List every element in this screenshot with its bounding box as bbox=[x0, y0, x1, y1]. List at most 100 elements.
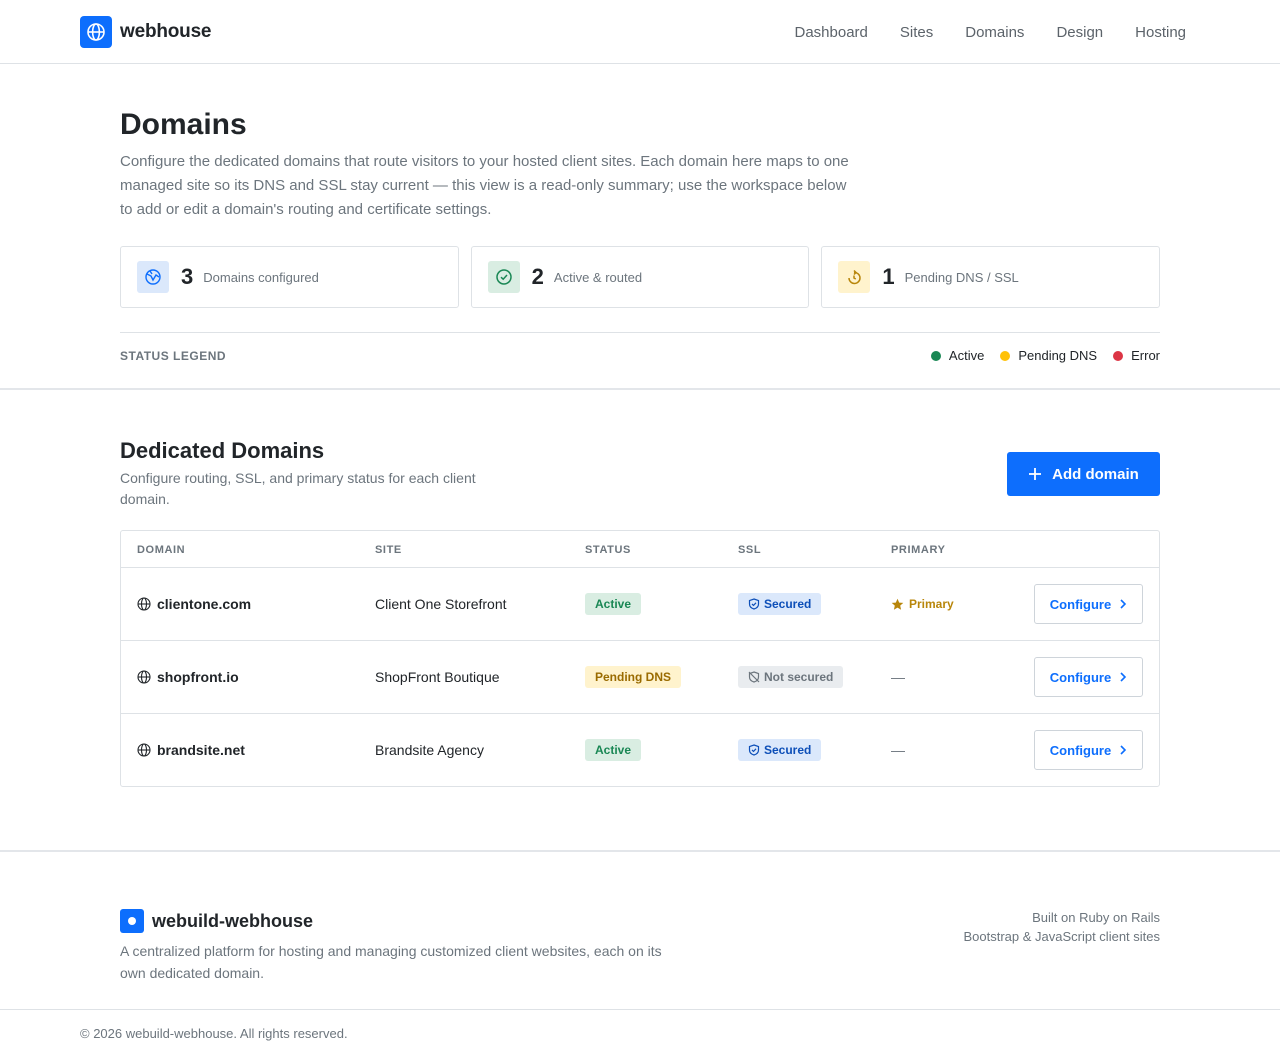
legend-item-pending: Pending DNS bbox=[1000, 348, 1097, 363]
site-cell: Brandsite Agency bbox=[375, 742, 484, 758]
primary-cell: — bbox=[891, 641, 905, 713]
check-circle-icon bbox=[487, 261, 520, 293]
brand-mark-icon bbox=[120, 909, 144, 933]
footer-description: A centralized platform for hosting and m… bbox=[120, 943, 662, 981]
footer-tech-line: Built on Ruby on Rails bbox=[1032, 910, 1160, 925]
stat-card-active: 2 Active & routed bbox=[470, 246, 810, 308]
status-dot-icon bbox=[1113, 350, 1124, 361]
brand-name: webhouse bbox=[120, 21, 212, 42]
configure-label: Configure bbox=[1049, 596, 1112, 612]
legend-label: Error bbox=[1131, 348, 1160, 363]
page-title: Domains bbox=[120, 108, 247, 141]
legend-item-error: Error bbox=[1113, 348, 1160, 363]
stat-card-configured: 3 Domains configured bbox=[120, 246, 459, 308]
legend-label: Active bbox=[948, 348, 985, 363]
table-row: clientone.com Client One Storefront Acti… bbox=[121, 568, 1159, 641]
legend-item-active: Active bbox=[930, 348, 985, 363]
domain-name: shopfront.io bbox=[157, 669, 239, 685]
nav-link-domains[interactable]: Domains bbox=[965, 24, 1024, 41]
footer-tech: Built on Ruby on Rails Bootstrap & JavaS… bbox=[963, 908, 1160, 946]
configure-button[interactable]: Configure bbox=[1034, 657, 1143, 697]
footer-brand-name: webuild-webhouse bbox=[152, 910, 314, 931]
configure-button[interactable]: Configure bbox=[1034, 584, 1143, 624]
site-cell: Client One Storefront bbox=[375, 596, 507, 612]
stat-label: Domains configured bbox=[203, 269, 319, 285]
pending-icon bbox=[838, 261, 871, 293]
column-header-ssl: SSL bbox=[738, 544, 762, 556]
stat-label: Pending DNS / SSL bbox=[904, 269, 1019, 285]
ssl-badge: Secured bbox=[738, 739, 822, 761]
globe-icon bbox=[137, 743, 151, 757]
domain-cell: shopfront.io bbox=[137, 641, 239, 713]
add-domain-button[interactable]: Add domain bbox=[1007, 452, 1160, 496]
footer-tech-line: Bootstrap & JavaScript client sites bbox=[963, 929, 1160, 944]
status-cell: Active bbox=[585, 568, 642, 640]
footer-brand: webuild-webhouse bbox=[120, 909, 313, 933]
action-cell: Configure bbox=[1034, 714, 1143, 786]
ssl-cell: Secured bbox=[738, 568, 822, 640]
table-row: shopfront.io ShopFront Boutique Pending … bbox=[121, 641, 1159, 714]
primary-empty: — bbox=[891, 669, 905, 685]
stat-value: 3 bbox=[181, 264, 194, 289]
plus-icon bbox=[1029, 468, 1042, 480]
chevron-right-icon bbox=[1120, 745, 1127, 755]
nav-link-design[interactable]: Design bbox=[1056, 24, 1103, 41]
configure-label: Configure bbox=[1049, 742, 1112, 758]
page-description: Configure the dedicated domains that rou… bbox=[120, 153, 849, 218]
domain-name: brandsite.net bbox=[157, 742, 245, 758]
domains-table: DOMAIN SITE STATUS SSL PRIMARY clientone… bbox=[120, 530, 1160, 787]
status-dot-icon bbox=[1000, 350, 1011, 361]
shield-off-icon bbox=[748, 671, 760, 683]
dedicated-domains-section: Dedicated Domains Configure routing, SSL… bbox=[0, 390, 1280, 852]
stat-value: 2 bbox=[531, 264, 544, 289]
primary-cell: Primary bbox=[891, 568, 954, 640]
ssl-label: Not secured bbox=[764, 670, 834, 684]
nav-link-sites[interactable]: Sites bbox=[900, 24, 933, 41]
primary-tag: Primary bbox=[891, 597, 954, 611]
section-title: Dedicated Domains bbox=[120, 438, 325, 463]
star-icon bbox=[891, 598, 904, 610]
action-cell: Configure bbox=[1034, 641, 1143, 713]
nav-link-hosting[interactable]: Hosting bbox=[1135, 24, 1186, 41]
shield-check-icon bbox=[748, 744, 760, 756]
status-badge: Active bbox=[585, 593, 642, 615]
status-cell: Pending DNS bbox=[585, 641, 682, 713]
chevron-right-icon bbox=[1120, 599, 1127, 609]
domain-cell: clientone.com bbox=[137, 568, 251, 640]
primary-cell: — bbox=[891, 714, 905, 786]
primary-label: Primary bbox=[909, 597, 954, 611]
stat-value: 1 bbox=[882, 264, 895, 289]
configure-button[interactable]: Configure bbox=[1034, 730, 1143, 770]
domain-cell: brandsite.net bbox=[137, 714, 245, 786]
column-header-primary: PRIMARY bbox=[891, 544, 946, 556]
globe-icon bbox=[137, 261, 169, 293]
stat-card-pending: 1 Pending DNS / SSL bbox=[821, 246, 1161, 308]
domain-name: clientone.com bbox=[157, 596, 252, 612]
action-cell: Configure bbox=[1034, 568, 1143, 640]
primary-empty: — bbox=[891, 742, 905, 758]
chevron-right-icon bbox=[1120, 672, 1127, 682]
brand-logo[interactable]: webhouse bbox=[80, 16, 212, 48]
globe-icon bbox=[137, 670, 151, 684]
add-domain-label: Add domain bbox=[1052, 465, 1139, 483]
ssl-label: Secured bbox=[764, 597, 812, 611]
nav-link-dashboard[interactable]: Dashboard bbox=[795, 24, 868, 41]
main-nav: Dashboard Sites Domains Design Hosting bbox=[795, 0, 1187, 64]
status-badge: Active bbox=[585, 739, 642, 761]
top-navbar: webhouse Dashboard Sites Domains Design … bbox=[0, 0, 1280, 64]
table-row: brandsite.net Brandsite Agency Active Se… bbox=[121, 714, 1159, 787]
stat-label: Active & routed bbox=[553, 269, 643, 285]
table-header: DOMAIN SITE STATUS SSL PRIMARY bbox=[121, 531, 1159, 568]
shield-check-icon bbox=[748, 598, 760, 610]
column-header-status: STATUS bbox=[585, 544, 631, 556]
site-footer: webuild-webhouse A centralized platform … bbox=[0, 852, 1280, 1010]
globe-icon bbox=[80, 16, 112, 48]
ssl-badge: Not secured bbox=[738, 666, 844, 688]
legend-label: Pending DNS bbox=[1018, 348, 1098, 363]
legend-items: Active Pending DNS Error bbox=[930, 348, 1160, 363]
status-badge: Pending DNS bbox=[585, 666, 682, 688]
status-legend: STATUS LEGEND Active Pending DNS Error bbox=[120, 332, 1160, 364]
column-header-domain: DOMAIN bbox=[137, 544, 186, 556]
globe-icon bbox=[137, 597, 151, 611]
status-cell: Active bbox=[585, 714, 642, 786]
